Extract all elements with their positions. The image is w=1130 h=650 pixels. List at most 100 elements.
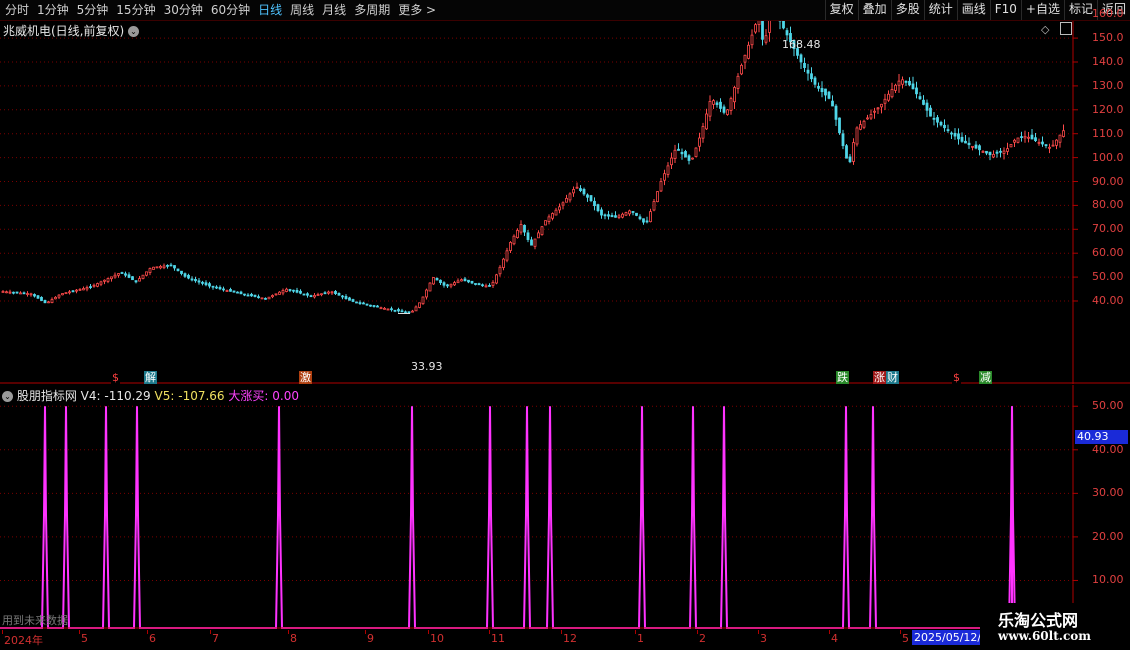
candle-body xyxy=(659,181,663,192)
candle-body xyxy=(841,133,845,147)
candle-body xyxy=(575,186,579,189)
panel-toggle-icon[interactable] xyxy=(1060,22,1072,35)
candle-body xyxy=(341,295,344,298)
toolbar-button-0[interactable]: 复权 xyxy=(824,0,858,20)
period-tab-0[interactable]: 分时 xyxy=(2,0,32,20)
candle-body xyxy=(708,101,712,117)
period-tab-4[interactable]: 30分钟 xyxy=(161,0,206,20)
candle-body xyxy=(1013,139,1016,143)
candle-body xyxy=(526,232,530,240)
candle-body xyxy=(831,100,834,107)
candle-body xyxy=(176,268,180,272)
indicator-axis-label-0: 50.00 xyxy=(1092,399,1124,413)
toolbar-button-2[interactable]: 多股 xyxy=(890,0,924,20)
candle-body xyxy=(145,271,148,276)
indicator-axis-label-3: 20.00 xyxy=(1092,529,1124,543)
period-tab-1[interactable]: 1分钟 xyxy=(34,0,72,20)
candle-body xyxy=(547,216,551,222)
candle-body xyxy=(316,294,320,296)
candle-body xyxy=(687,155,691,161)
candle-body xyxy=(866,117,869,120)
toolbar-button-1[interactable]: 叠加 xyxy=(857,0,891,20)
date-tick xyxy=(829,630,830,634)
candle-body xyxy=(645,220,649,223)
toolbar-button-6[interactable]: +自选 xyxy=(1020,0,1064,20)
period-tab-2[interactable]: 5分钟 xyxy=(74,0,112,20)
candle-body xyxy=(530,239,533,246)
candle-body xyxy=(386,308,390,311)
candle-body xyxy=(974,144,978,149)
candle-body xyxy=(666,165,670,175)
candle-body xyxy=(351,299,355,302)
candle-body xyxy=(785,30,789,36)
period-tab-6[interactable]: 日线 xyxy=(255,0,285,20)
candlestick-chart[interactable] xyxy=(0,21,1130,384)
indicator-axis-label-1: 40.00 xyxy=(1092,442,1124,456)
candle-body xyxy=(449,283,453,287)
candle-body xyxy=(92,284,96,287)
toolbar-button-3[interactable]: 统计 xyxy=(923,0,957,20)
candle-body xyxy=(554,209,558,216)
candle-body xyxy=(1027,136,1030,139)
indicator-chart[interactable] xyxy=(0,385,1130,630)
candle-body xyxy=(971,145,974,148)
candle-body xyxy=(274,293,278,296)
chevron-down-icon[interactable]: ⌄ xyxy=(128,26,140,37)
candle-body xyxy=(782,21,785,29)
candle-body xyxy=(932,117,936,120)
candle-body xyxy=(705,113,708,130)
candle-body xyxy=(495,274,498,284)
signal-marker-0: $ xyxy=(111,371,120,384)
candle-body xyxy=(344,296,348,300)
signal-marker-2: 激 xyxy=(299,371,312,384)
period-tab-3[interactable]: 15分钟 xyxy=(113,0,158,20)
period-tab-5[interactable]: 60分钟 xyxy=(208,0,253,20)
candle-body xyxy=(71,290,75,293)
toolbar-button-5[interactable]: F10 xyxy=(989,0,1021,20)
candle-body xyxy=(267,296,271,300)
candle-body xyxy=(757,21,761,25)
period-tabs: 分时 1分钟 5分钟 15分钟 30分钟 60分钟 日线 周线 月线 多周期 更多 > xyxy=(0,0,439,20)
candle-body xyxy=(183,273,187,277)
candle-body xyxy=(1055,139,1058,146)
candle-body xyxy=(295,289,299,293)
date-label-5: 9 xyxy=(367,632,374,645)
candle-body xyxy=(481,284,484,287)
candle-body xyxy=(5,291,8,294)
price-label-0: 160.0 xyxy=(1092,7,1124,21)
candle-body xyxy=(190,278,194,281)
candle-body xyxy=(1034,137,1037,142)
diamond-icon[interactable]: ◇ xyxy=(1041,23,1049,36)
candle-body xyxy=(806,69,810,74)
period-tab-8[interactable]: 月线 xyxy=(319,0,349,20)
toolbar-button-4[interactable]: 画线 xyxy=(956,0,990,20)
stock-title: 兆威机电(日线,前复权) xyxy=(3,24,125,38)
candle-body xyxy=(582,188,586,195)
candle-body xyxy=(47,301,50,304)
date-label-13: 5 xyxy=(902,632,909,645)
signal-marker-5: 财 xyxy=(886,371,899,384)
period-tab-10[interactable]: 更多 > xyxy=(395,0,439,20)
candle-body xyxy=(414,306,418,312)
candle-body xyxy=(915,87,918,95)
top-toolbar: 分时 1分钟 5分钟 15分钟 30分钟 60分钟 日线 周线 月线 多周期 更多 > 复权 叠加 多股… xyxy=(0,0,1130,21)
candle-body xyxy=(288,289,292,291)
period-tab-7[interactable]: 周线 xyxy=(287,0,317,20)
candle-body xyxy=(869,114,873,119)
candle-body xyxy=(824,88,827,96)
candle-body xyxy=(904,80,908,83)
candle-body xyxy=(1044,144,1048,147)
candle-body xyxy=(498,266,502,275)
candle-body xyxy=(393,309,397,312)
candle-body xyxy=(736,75,740,89)
candle-body xyxy=(936,117,939,123)
candle-body xyxy=(799,54,803,63)
candle-body xyxy=(862,120,866,128)
period-tab-9[interactable]: 多周期 xyxy=(351,0,393,20)
candle-body xyxy=(981,150,985,153)
candle-body xyxy=(103,279,106,282)
candle-body xyxy=(225,290,229,292)
candle-body xyxy=(1041,141,1044,145)
candle-body xyxy=(719,101,722,109)
candle-body xyxy=(40,296,43,301)
